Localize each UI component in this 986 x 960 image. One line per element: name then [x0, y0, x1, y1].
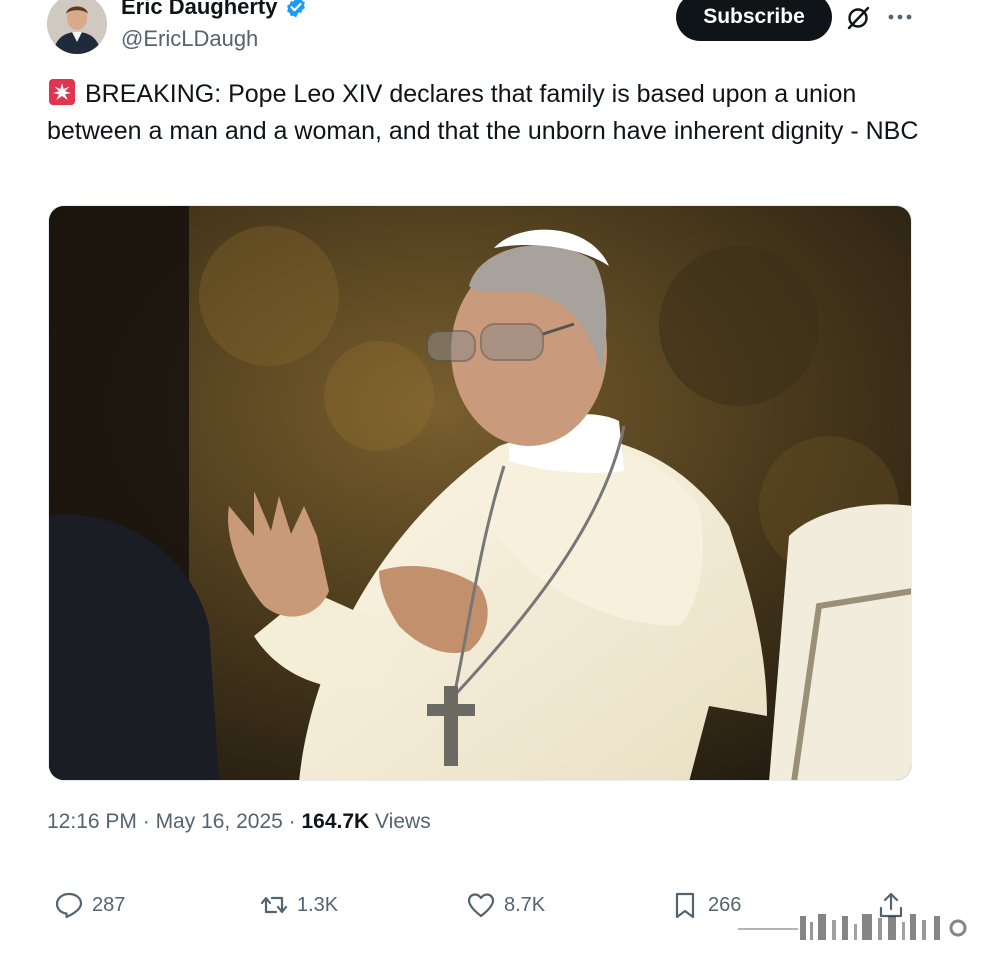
avatar[interactable]	[47, 0, 107, 54]
reply-count: 287	[92, 893, 126, 916]
author-name-row[interactable]: Eric Daugherty	[121, 0, 308, 20]
verified-badge-icon	[284, 0, 308, 19]
tweet-time[interactable]: 12:16 PM	[47, 810, 137, 833]
tweet-card: Eric Daugherty @EricLDaugh Subscribe BRE…	[0, 0, 986, 960]
tweet-meta: 12:16 PM · May 16, 2025 · 164.7K Views	[47, 810, 431, 834]
share-button[interactable]	[876, 880, 906, 930]
meta-separator: ·	[136, 810, 156, 833]
bookmark-count: 266	[708, 893, 742, 916]
retweet-icon	[260, 896, 288, 914]
police-siren-icon	[47, 77, 77, 107]
views-label: Views	[369, 810, 431, 833]
grok-icon[interactable]	[845, 5, 871, 31]
tweet-date[interactable]: May 16, 2025	[156, 810, 283, 833]
more-dots-icon[interactable]	[885, 5, 915, 29]
retweet-count: 1.3K	[297, 893, 339, 916]
like-count: 8.7K	[504, 893, 546, 916]
tweet-text-block: BREAKING: Pope Leo XIV declares that fam…	[47, 76, 927, 150]
tweet-text: BREAKING: Pope Leo XIV declares that fam…	[47, 80, 919, 145]
heart-icon	[467, 893, 495, 918]
action-bar: 287 1.3K 8.7K 266	[0, 880, 986, 930]
reply-icon	[55, 892, 83, 919]
reply-button[interactable]: 287	[54, 880, 125, 930]
bookmark-button[interactable]: 266	[670, 880, 741, 930]
author-name[interactable]: Eric Daugherty	[121, 0, 278, 20]
share-icon	[879, 892, 903, 918]
bookmark-icon	[675, 892, 695, 919]
retweet-button[interactable]: 1.3K	[259, 880, 338, 930]
views-count: 164.7K	[301, 810, 370, 833]
like-button[interactable]: 8.7K	[466, 880, 545, 930]
subscribe-button[interactable]: Subscribe	[676, 0, 832, 41]
meta-separator: ·	[282, 810, 302, 833]
tweet-photo[interactable]	[48, 205, 912, 781]
author-handle[interactable]: @EricLDaugh	[121, 26, 258, 52]
